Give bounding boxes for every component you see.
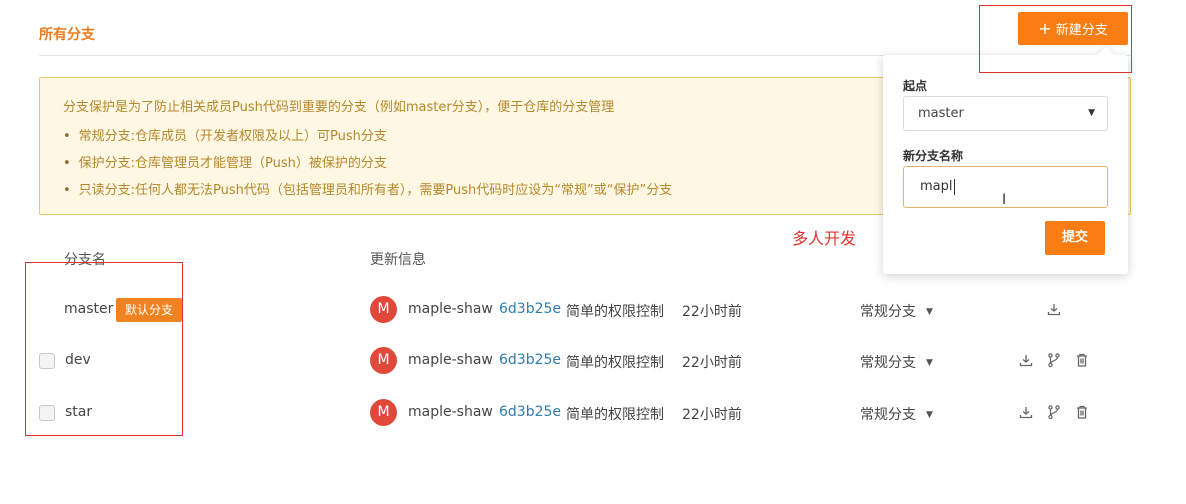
commit-hash-link[interactable]: 6d3b25e: [499, 301, 561, 317]
branch-row-master: master 默认分支 M maple-shaw 6d3b25e 简单的权限控制…: [39, 290, 1099, 330]
text-caret: [953, 178, 955, 195]
update-time: 22小时前: [682, 355, 742, 371]
new-branch-name-label: 新分支名称: [903, 149, 964, 163]
update-time: 22小时前: [682, 304, 742, 320]
author-link[interactable]: maple-shaw: [408, 301, 493, 317]
download-icon[interactable]: [1018, 404, 1034, 420]
notice-item: 保护分支:仓库管理员才能管理（Push）被保护的分支: [63, 155, 672, 182]
merge-request-icon[interactable]: [1046, 404, 1062, 420]
caret-down-icon: ▼: [926, 410, 933, 420]
section-title: 所有分支: [39, 27, 95, 43]
trash-icon[interactable]: [1074, 352, 1090, 368]
trash-icon[interactable]: [1074, 404, 1090, 420]
branch-type-select[interactable]: 常规分支 ▼: [860, 301, 933, 321]
ibeam-cursor-icon: I: [1002, 192, 1007, 208]
author-link[interactable]: maple-shaw: [408, 404, 493, 420]
update-time: 22小时前: [682, 407, 742, 423]
commit-message: 简单的权限控制: [566, 355, 664, 371]
author-link[interactable]: maple-shaw: [408, 352, 493, 368]
merge-request-icon[interactable]: [1046, 352, 1062, 368]
notice-intro: 分支保护是为了防止相关成员Push代码到重要的分支（例如master分支），便于…: [63, 100, 615, 115]
origin-value: master: [918, 106, 964, 121]
notice-list: 常规分支:仓库成员（开发者权限及以上）可Push分支 保护分支:仓库管理员才能管…: [63, 128, 673, 209]
commit-message: 简单的权限控制: [566, 304, 664, 320]
caret-down-icon: ▼: [926, 307, 933, 317]
caret-down-icon: ▼: [926, 358, 933, 368]
avatar: M: [370, 399, 397, 426]
branch-type-select[interactable]: 常规分支 ▼: [860, 352, 933, 372]
download-icon[interactable]: [1018, 352, 1034, 368]
notice-item: 常规分支:仓库成员（开发者权限及以上）可Push分支: [63, 128, 672, 155]
new-branch-popover: 起点 master ▼ 新分支名称 mapl I 提交: [883, 46, 1128, 274]
notice-item: 只读分支:任何人都无法Push代码（包括管理员和所有者），需要Push代码时应设…: [63, 182, 673, 209]
avatar: M: [370, 296, 397, 323]
submit-button[interactable]: 提交: [1045, 221, 1105, 255]
branch-row-star: star M maple-shaw 6d3b25e 简单的权限控制 22小时前 …: [39, 393, 1099, 433]
download-icon[interactable]: [1046, 301, 1062, 317]
column-header-update: 更新信息: [370, 252, 426, 268]
annotation-box-branch-names: [25, 262, 183, 436]
caret-down-icon: ▼: [1088, 108, 1095, 118]
commit-hash-link[interactable]: 6d3b25e: [499, 404, 561, 420]
branch-row-dev: dev M maple-shaw 6d3b25e 简单的权限控制 22小时前 常…: [39, 341, 1099, 381]
new-branch-name-value: mapl: [920, 179, 953, 194]
avatar: M: [370, 347, 397, 374]
annotation-box-new-branch: [979, 5, 1132, 73]
branch-type-select[interactable]: 常规分支 ▼: [860, 404, 933, 424]
annotation-text: 多人开发: [792, 229, 857, 248]
origin-label: 起点: [903, 79, 928, 93]
branch-type-value: 常规分支: [860, 407, 916, 423]
commit-message: 简单的权限控制: [566, 407, 664, 423]
branch-type-value: 常规分支: [860, 355, 916, 371]
origin-select[interactable]: master ▼: [903, 96, 1108, 131]
commit-hash-link[interactable]: 6d3b25e: [499, 352, 561, 368]
new-branch-name-input[interactable]: mapl I: [903, 166, 1108, 208]
branch-type-value: 常规分支: [860, 304, 916, 320]
